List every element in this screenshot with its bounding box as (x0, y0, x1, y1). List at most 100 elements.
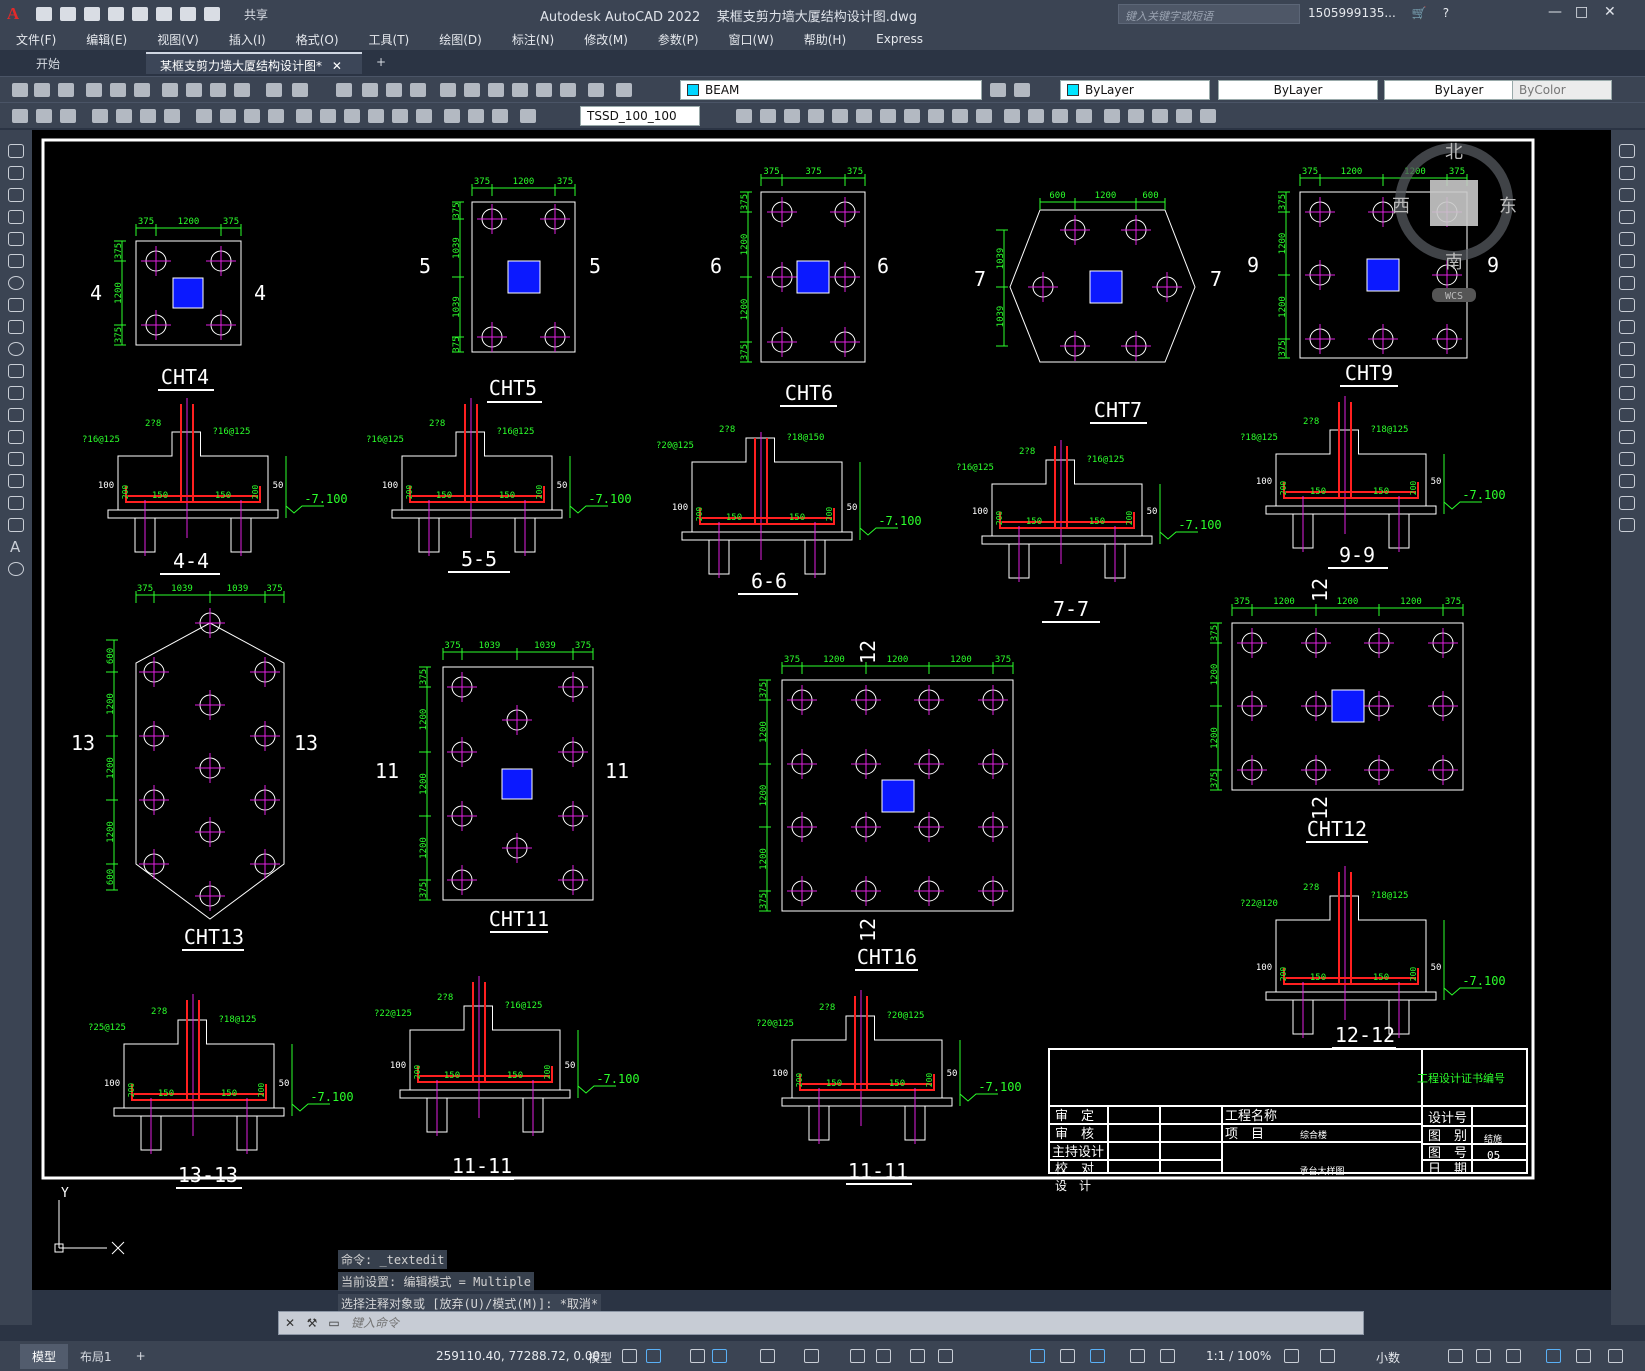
coordinate-readout[interactable]: 259110.40, 77288.72, 0.00 (436, 1349, 600, 1363)
ellipse-icon[interactable] (8, 342, 24, 356)
dim-space-icon[interactable] (296, 109, 312, 123)
help-tb-icon[interactable] (588, 83, 604, 97)
layer-dropdown[interactable]: BEAM (680, 80, 982, 100)
sheetset-icon[interactable] (512, 83, 528, 97)
menu-edit[interactable]: 编辑(E) (70, 31, 141, 48)
clean-screen-icon[interactable] (1576, 1349, 1591, 1363)
tab-start[interactable]: 开始 (22, 52, 74, 74)
dim-ordinate-icon[interactable] (92, 109, 108, 123)
menu-format[interactable]: 格式(O) (280, 31, 353, 48)
trim-icon[interactable] (1619, 342, 1635, 356)
lineweight-icon[interactable] (876, 1349, 891, 1363)
open-file-icon[interactable] (34, 83, 50, 97)
layer-manager-icon[interactable] (616, 83, 632, 97)
circle-icon[interactable] (8, 276, 24, 290)
tssd-tool-9-icon[interactable] (928, 109, 944, 123)
move-icon[interactable] (1619, 254, 1635, 268)
markup-icon[interactable] (536, 83, 552, 97)
dynamic-ucs-icon[interactable] (1030, 1349, 1045, 1363)
point-icon[interactable] (8, 430, 24, 444)
hardware-accel-icon[interactable] (1546, 1349, 1561, 1363)
chamfer-icon[interactable] (1619, 452, 1635, 466)
menu-view[interactable]: 视图(V) (141, 31, 213, 48)
rotate-icon[interactable] (1619, 276, 1635, 290)
tssd-tool-12-icon[interactable] (1004, 109, 1020, 123)
mtext-icon[interactable]: A (10, 538, 20, 556)
color-dropdown[interactable]: ByLayer (1060, 80, 1210, 100)
polygon-icon[interactable] (8, 210, 24, 224)
tssd-tool-13-icon[interactable] (1028, 109, 1044, 123)
grid-icon[interactable] (622, 1349, 637, 1363)
quick-properties-icon[interactable] (1448, 1349, 1463, 1363)
tssd-tool-20-icon[interactable] (1200, 109, 1216, 123)
revcloud-icon[interactable] (8, 298, 24, 312)
center-mark-icon[interactable] (368, 109, 384, 123)
transparency-icon[interactable] (910, 1349, 925, 1363)
search-input[interactable]: 键入关键字或短语 (1118, 4, 1300, 24)
annotation-scale[interactable]: 1:1 / 100% (1206, 1349, 1271, 1363)
open-icon[interactable] (60, 7, 76, 21)
make-block-icon[interactable] (8, 408, 24, 422)
dim-continue-icon[interactable] (268, 109, 284, 123)
polar-icon[interactable] (712, 1349, 727, 1363)
dim-baseline-icon[interactable] (244, 109, 260, 123)
osnap-icon[interactable] (850, 1349, 865, 1363)
save-icon[interactable] (84, 7, 100, 21)
gradient-icon[interactable] (8, 474, 24, 488)
tab-drawing[interactable]: 某框支剪力墙大厦结构设计图* ✕ (146, 52, 362, 74)
maximize-button[interactable]: □ (1575, 4, 1588, 20)
tab-layout1[interactable]: 布局1 (68, 1344, 124, 1369)
menu-insert[interactable]: 插入(I) (213, 31, 280, 48)
dim-update-icon[interactable] (492, 109, 508, 123)
toolpalettes-icon[interactable] (488, 83, 504, 97)
menu-parametric[interactable]: 参数(P) (642, 31, 713, 48)
dim-edit-icon[interactable] (444, 109, 460, 123)
customize-status-icon[interactable] (1608, 1349, 1623, 1363)
break-icon[interactable] (1619, 408, 1635, 422)
dim-break-icon[interactable] (320, 109, 336, 123)
annotation-monitor-icon[interactable] (1320, 1349, 1335, 1363)
polyline-icon[interactable] (8, 188, 24, 202)
arc-icon[interactable] (8, 254, 24, 268)
menu-dimension[interactable]: 标注(N) (496, 31, 568, 48)
zoom-previous-icon[interactable] (410, 83, 426, 97)
mirror-icon[interactable] (1619, 188, 1635, 202)
publish-icon[interactable] (132, 7, 148, 21)
viewcube[interactable]: 北 南 东 西 WCS (1392, 142, 1517, 302)
save-as-icon[interactable] (108, 7, 124, 21)
tssd-tool-19-icon[interactable] (1176, 109, 1192, 123)
break-point-icon[interactable] (1619, 386, 1635, 400)
undo-icon[interactable] (180, 7, 196, 21)
plotstyle-dropdown[interactable]: ByColor (1512, 80, 1612, 100)
dim-linear-icon[interactable] (12, 109, 28, 123)
make-current-icon[interactable] (990, 83, 1006, 97)
copy-icon[interactable] (186, 83, 202, 97)
add-layout-button[interactable]: + (124, 1345, 158, 1367)
workspace-gear-icon[interactable] (1284, 1349, 1299, 1363)
dim-style-icon[interactable] (520, 109, 536, 123)
menu-help[interactable]: 帮助(H) (788, 31, 860, 48)
auto-scale-icon[interactable] (1160, 1349, 1175, 1363)
new-icon[interactable] (36, 7, 52, 21)
tssd-tool-8-icon[interactable] (904, 109, 920, 123)
line-icon[interactable] (8, 144, 24, 158)
quick-dim-icon[interactable] (220, 109, 236, 123)
cmd-prompt-icon[interactable]: ▭ (323, 1316, 345, 1330)
menu-express[interactable]: Express (860, 32, 937, 46)
calculator-icon[interactable] (560, 83, 576, 97)
menu-window[interactable]: 窗口(W) (713, 31, 788, 48)
blend-icon[interactable] (1619, 496, 1635, 510)
tssd-tool-14-icon[interactable] (1052, 109, 1068, 123)
pan-icon[interactable] (336, 83, 352, 97)
dim-radius-icon[interactable] (116, 109, 132, 123)
osnap-tracking-icon[interactable] (804, 1349, 819, 1363)
command-input[interactable] (345, 1316, 1363, 1330)
gizmo-icon[interactable] (1090, 1349, 1105, 1363)
xline-icon[interactable] (8, 166, 24, 180)
menu-modify[interactable]: 修改(M) (568, 31, 642, 48)
array-icon[interactable] (1619, 232, 1635, 246)
zoom-realtime-icon[interactable] (362, 83, 378, 97)
filter-icon[interactable] (1060, 1349, 1075, 1363)
model-space-toggle[interactable]: 模型 (588, 1349, 612, 1366)
tssd-tool-5-icon[interactable] (832, 109, 848, 123)
